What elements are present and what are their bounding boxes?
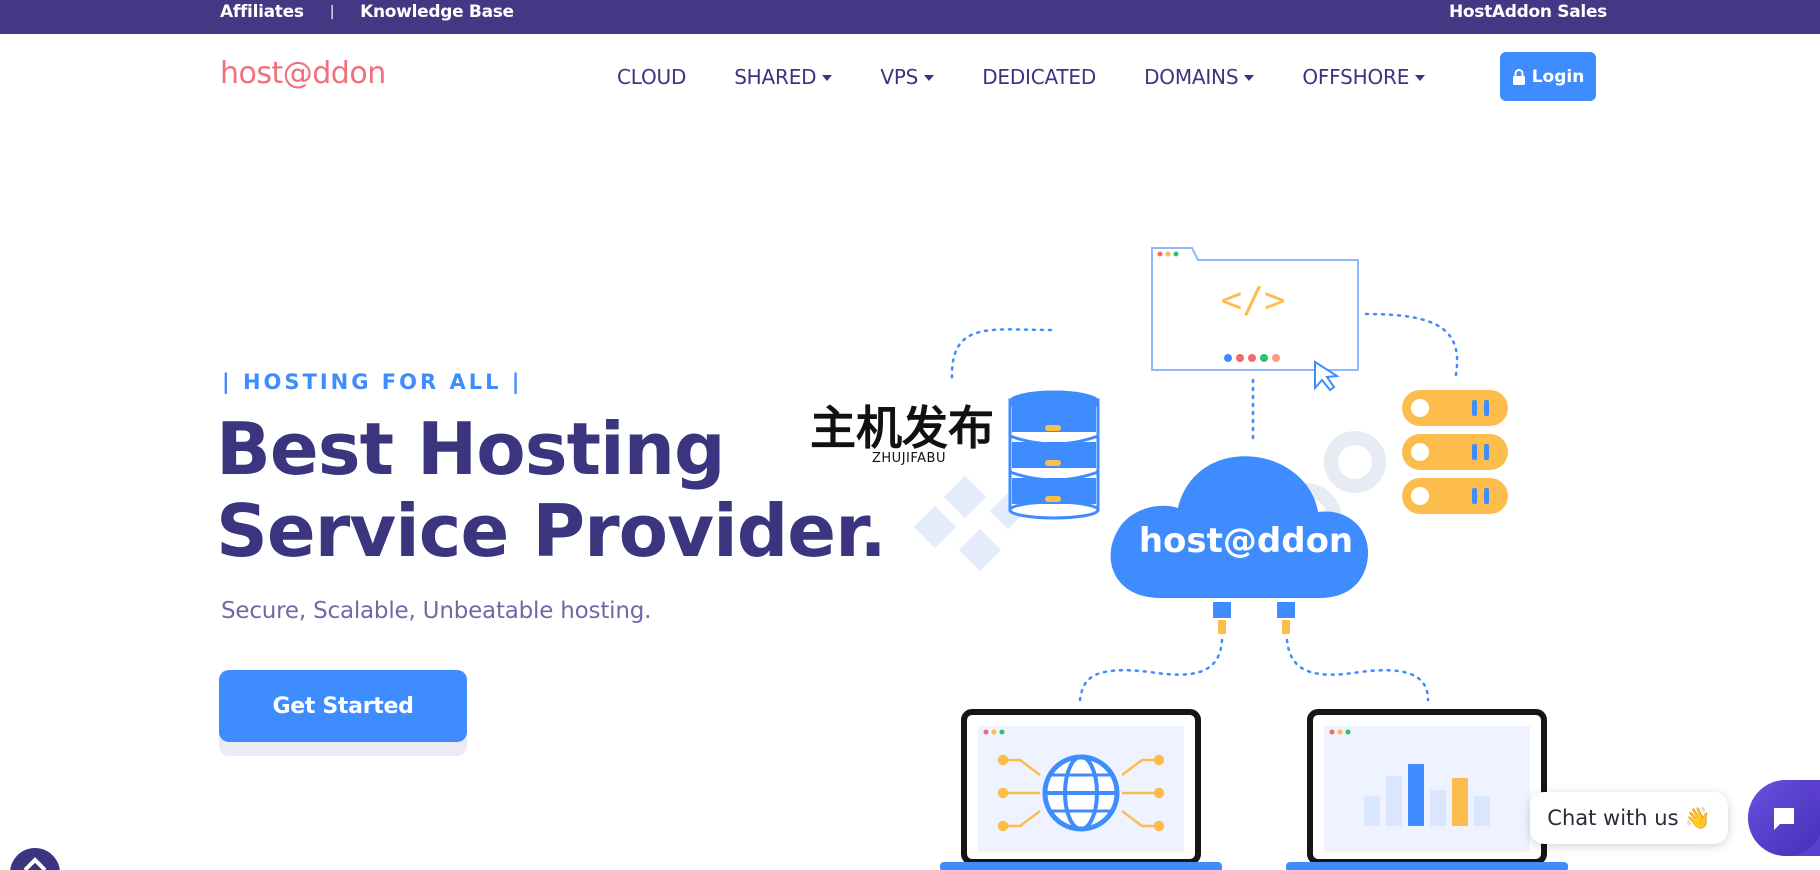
svg-text:ZHUJIFABU: ZHUJIFABU <box>872 451 946 466</box>
lock-icon <box>1512 68 1525 85</box>
server-rack-icon <box>1402 390 1508 514</box>
hero-headline: Best Hosting Service Provider. <box>216 407 887 573</box>
top-separator: | <box>329 4 335 20</box>
laptop-chart-icon <box>1286 709 1568 870</box>
nav-item-domains[interactable]: DOMAINS <box>1144 65 1255 89</box>
nav-item-cloud[interactable]: CLOUD <box>617 65 686 89</box>
chat-bubble-label: Chat with us <box>1547 806 1679 830</box>
svg-text:主机发布: 主机发布 <box>810 401 994 455</box>
caret-down-icon <box>924 75 935 81</box>
top-bar: Affiliates | Knowledge Base HostAddon Sa… <box>0 0 1820 34</box>
site-logo[interactable]: host@ddon <box>220 56 386 91</box>
caret-down-icon <box>1244 75 1255 81</box>
chat-bubble[interactable]: Chat with us 👋 <box>1530 792 1728 844</box>
nav-item-shared[interactable]: SHARED <box>734 65 833 89</box>
scroll-top-button[interactable] <box>10 848 60 870</box>
nav-label: DOMAINS <box>1144 65 1239 89</box>
chat-launcher-button[interactable] <box>1748 780 1820 856</box>
headline-line-2: Service Provider. <box>216 489 887 573</box>
caret-down-icon <box>1415 75 1426 81</box>
watermark-logo: 主机发布 ZHUJIFABU <box>810 401 994 466</box>
login-label: Login <box>1531 66 1585 87</box>
chevron-up-icon <box>23 857 47 870</box>
top-links: Affiliates | Knowledge Base <box>220 0 514 24</box>
chat-icon <box>1774 808 1794 830</box>
nav-label: VPS <box>880 65 919 89</box>
nav-label: CLOUD <box>617 65 687 89</box>
nav-item-vps[interactable]: VPS <box>880 65 935 89</box>
laptop-globe-icon <box>940 709 1222 870</box>
svg-text:host@ddon: host@ddon <box>1139 521 1353 561</box>
headline-line-1: Best Hosting <box>216 407 726 491</box>
database-icon <box>1008 390 1100 520</box>
nav-label: OFFSHORE <box>1302 65 1410 89</box>
sales-link[interactable]: HostAddon Sales <box>1449 0 1607 24</box>
caret-down-icon <box>822 75 833 81</box>
cloud-icon: host@ddon <box>1110 456 1369 634</box>
nav-item-dedicated[interactable]: DEDICATED <box>982 65 1096 89</box>
hero-subtitle: Secure, Scalable, Unbeatable hosting. <box>221 598 652 624</box>
affiliates-link[interactable]: Affiliates <box>220 2 304 22</box>
code-window: </> <box>1151 247 1359 392</box>
hero-illustration: </> host@ddon <box>913 247 1568 870</box>
svg-text:</>: </> <box>1220 280 1285 321</box>
login-button[interactable]: Login <box>1500 52 1596 101</box>
main-nav: CLOUD SHARED VPS DEDICATED DOMAINS OFFSH… <box>617 62 1473 92</box>
nav-item-offshore[interactable]: OFFSHORE <box>1302 65 1426 89</box>
knowledge-base-link[interactable]: Knowledge Base <box>360 2 514 22</box>
get-started-button[interactable]: Get Started <box>219 670 467 742</box>
hero-tagline: | HOSTING FOR ALL | <box>222 370 523 394</box>
nav-label: SHARED <box>734 65 817 89</box>
wave-icon: 👋 <box>1684 805 1711 830</box>
nav-label: DEDICATED <box>982 65 1097 89</box>
